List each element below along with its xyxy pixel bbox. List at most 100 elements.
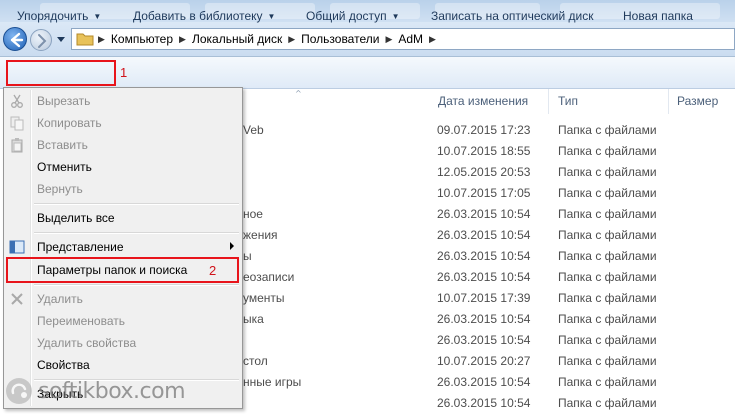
chevron-right-icon[interactable]: ▶ <box>288 34 295 45</box>
new-folder-label: Новая папка <box>623 9 693 23</box>
menu-item-label: Вырезать <box>37 94 91 108</box>
back-button[interactable] <box>3 27 27 51</box>
file-date: 26.03.2015 10:54 <box>437 228 531 242</box>
menu-item-rename[interactable]: Переименовать <box>4 310 242 332</box>
file-type: Папка с файлами <box>558 291 657 305</box>
file-type: Папка с файлами <box>558 333 657 347</box>
file-type: Папка с файлами <box>558 165 657 179</box>
menu-item-redo[interactable]: Вернуть <box>4 178 242 200</box>
sort-ascending-icon: ^ <box>295 89 302 98</box>
file-date: 10.07.2015 17:39 <box>437 291 531 305</box>
add-to-library-label: Добавить в библиотеку <box>133 9 263 23</box>
file-name: ное <box>243 207 263 221</box>
burn-label: Записать на оптический диск <box>431 9 594 23</box>
menu-item-label: Переименовать <box>37 314 125 328</box>
new-folder-button[interactable]: Новая папка <box>623 5 693 27</box>
watermark-text: softikbox.com <box>38 379 186 404</box>
file-name: жения <box>243 228 278 242</box>
arrow-left-icon <box>10 32 24 48</box>
menu-item-label: Удалить <box>37 292 83 306</box>
menu-item-label: Копировать <box>37 116 102 130</box>
file-name: ументы <box>243 291 285 305</box>
file-date: 26.03.2015 10:54 <box>437 396 531 410</box>
menu-separator <box>34 232 239 234</box>
chevron-right-icon[interactable]: ▶ <box>179 34 186 45</box>
column-header-type[interactable]: Тип <box>558 94 578 108</box>
watermark: softikbox.com <box>4 376 204 410</box>
file-date: 26.03.2015 10:54 <box>437 207 531 221</box>
chevron-right-icon[interactable]: ▶ <box>429 34 436 45</box>
menu-item-label: Представление <box>37 240 124 254</box>
breadcrumb-local-disk[interactable]: Локальный диск <box>192 32 282 46</box>
menu-item-cut[interactable]: Вырезать <box>4 90 242 112</box>
file-date: 26.03.2015 10:54 <box>437 270 531 284</box>
file-name: Veb <box>243 123 264 137</box>
organize-label: Упорядочить <box>17 9 89 23</box>
file-name: еозаписи <box>243 270 295 284</box>
menu-separator <box>34 203 239 205</box>
file-date: 10.07.2015 18:55 <box>437 144 531 158</box>
chevron-right-icon: ▶ <box>98 33 105 44</box>
menu-item-label: Выделить все <box>37 211 115 225</box>
column-divider[interactable] <box>548 89 549 114</box>
submenu-arrow-icon <box>230 242 234 250</box>
breadcrumb-adm[interactable]: AdM <box>398 32 423 46</box>
file-name: стол <box>243 354 268 368</box>
menu-item-delete[interactable]: Удалить <box>4 288 242 310</box>
column-header-date[interactable]: Дата изменения <box>438 94 528 108</box>
menu-item-label: Свойства <box>37 358 90 372</box>
breadcrumb: ▶ Компьютер ▶ Локальный диск ▶ Пользоват… <box>98 32 442 46</box>
file-date: 10.07.2015 17:05 <box>437 186 531 200</box>
organize-button[interactable]: Упорядочить ▼ <box>17 5 101 27</box>
file-name: нные игры <box>243 375 302 389</box>
copy-icon <box>10 116 24 131</box>
chevron-right-icon[interactable]: ▶ <box>385 34 392 45</box>
breadcrumb-users[interactable]: Пользователи <box>301 32 379 46</box>
breadcrumb-computer[interactable]: Компьютер <box>111 32 173 46</box>
paste-icon <box>11 138 23 153</box>
delete-x-icon <box>11 293 23 305</box>
add-to-library-button[interactable]: Добавить в библиотеку ▼ <box>133 5 275 27</box>
file-type: Папка с файлами <box>558 375 657 389</box>
file-type: Папка с файлами <box>558 249 657 263</box>
menu-item-label: Вставить <box>37 138 88 152</box>
file-name: ыка <box>243 312 264 326</box>
menu-separator <box>34 284 239 286</box>
menu-item-paste[interactable]: Вставить <box>4 134 242 156</box>
layout-icon <box>9 240 25 254</box>
file-name: ы <box>243 249 252 263</box>
column-divider[interactable] <box>668 89 669 114</box>
column-header-size[interactable]: Размер <box>677 94 718 108</box>
file-type: Папка с файлами <box>558 312 657 326</box>
file-type: Папка с файлами <box>558 354 657 368</box>
step-marker-2: 2 <box>209 263 217 278</box>
menu-item-properties[interactable]: Свойства <box>4 354 242 376</box>
file-date: 10.07.2015 20:27 <box>437 354 531 368</box>
history-dropdown-icon[interactable] <box>56 34 66 44</box>
menu-item-undo[interactable]: Отменить <box>4 156 242 178</box>
menu-item-view[interactable]: Представление <box>4 236 242 258</box>
menu-item-label: Вернуть <box>37 182 83 196</box>
burn-button[interactable]: Записать на оптический диск <box>431 5 594 27</box>
file-date: 26.03.2015 10:54 <box>437 333 531 347</box>
address-field[interactable]: ▶ Компьютер ▶ Локальный диск ▶ Пользоват… <box>71 28 735 50</box>
file-date: 12.05.2015 20:53 <box>437 165 531 179</box>
caret-down-icon: ▼ <box>267 12 276 21</box>
caret-down-icon: ▼ <box>93 12 102 21</box>
share-button[interactable]: Общий доступ ▼ <box>306 5 400 27</box>
folder-icon <box>76 33 94 46</box>
file-type: Папка с файлами <box>558 123 657 137</box>
file-date: 26.03.2015 10:54 <box>437 375 531 389</box>
menu-item-copy[interactable]: Копировать <box>4 112 242 134</box>
caret-down-icon: ▼ <box>391 12 400 21</box>
menu-item-remove-properties[interactable]: Удалить свойства <box>4 332 242 354</box>
file-type: Папка с файлами <box>558 207 657 221</box>
forward-button[interactable] <box>30 29 52 51</box>
organize-menu: Вырезать Копировать Вставить Отменить Ве… <box>3 87 243 409</box>
menu-item-select-all[interactable]: Выделить все <box>4 207 242 229</box>
step-marker-1: 1 <box>120 65 128 80</box>
menu-item-label: Отменить <box>37 160 92 174</box>
softikbox-logo-icon <box>6 378 32 404</box>
share-label: Общий доступ <box>306 9 387 23</box>
file-date: 09.07.2015 17:23 <box>437 123 531 137</box>
